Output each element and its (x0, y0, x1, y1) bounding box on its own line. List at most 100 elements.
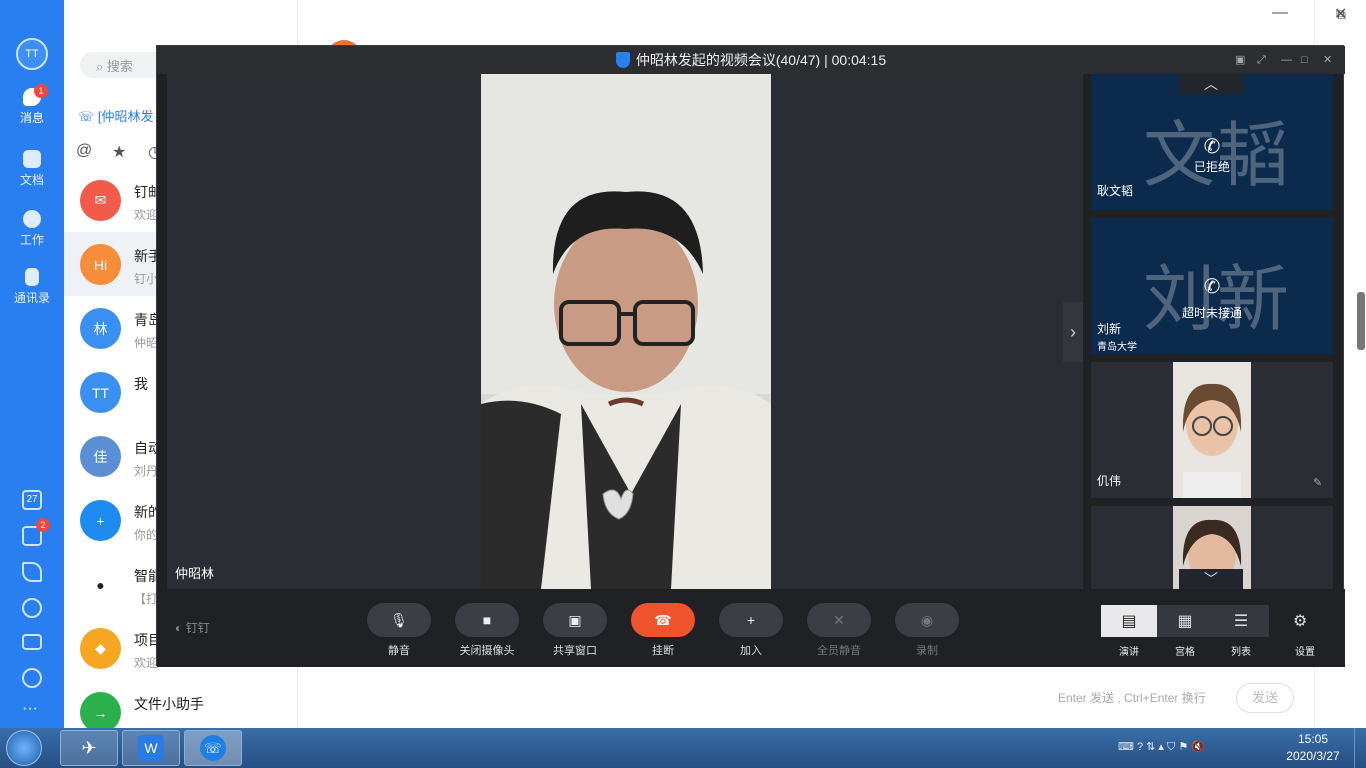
conversation-preview: 刘丹 (134, 464, 158, 478)
control-label: 加入 (740, 645, 762, 657)
participant-name: 仉伟 (1097, 474, 1122, 488)
conversation-preview: 仲昭 (134, 336, 158, 350)
nav-label: 工作 (19, 233, 44, 247)
share-screen-icon: ▣ (568, 611, 582, 628)
close-icon[interactable]: ✕ (1334, 4, 1347, 24)
mail-icon[interactable] (22, 634, 42, 650)
mute-all-icon: ✕ (833, 611, 845, 628)
tray-icons[interactable]: ⌨ ? ⇅ ▴ ⛉ ⚑ 🔇 (1118, 740, 1205, 754)
network-icon[interactable] (22, 668, 42, 688)
participant-tile[interactable]: 仉伟 ✎ (1091, 362, 1333, 498)
dingtalk-logo: ◐ 钉钉 (175, 621, 210, 635)
main-video[interactable]: 仲昭林 (167, 74, 1083, 589)
scroll-indicator[interactable] (1357, 292, 1365, 350)
nav-docs[interactable]: 文档 (0, 150, 64, 198)
left-rail: TT 消息 1 文档 工作 通讯录 27 2 ··· (0, 0, 64, 728)
conversation-avatar: TT (80, 372, 121, 413)
ding-icon[interactable] (22, 562, 42, 582)
nav-messages[interactable]: 消息 1 (0, 84, 64, 136)
conversation-avatar: + (80, 500, 121, 541)
nav-contacts[interactable]: 通讯录 (0, 268, 64, 316)
camera-icon: ■ (482, 612, 492, 628)
view-mode-button[interactable]: ▤ (1101, 605, 1157, 637)
star-icon[interactable]: ★ (112, 142, 126, 162)
user-avatar[interactable]: TT (16, 38, 48, 70)
record-icon: ◉ (920, 611, 934, 628)
phone-icon: ☏ (78, 109, 98, 124)
mic-button[interactable]: 🎙 (367, 603, 431, 637)
clock-date[interactable]: 2020/3/27 (1280, 749, 1346, 763)
mute-all-button[interactable]: ✕ (807, 603, 871, 637)
folder-icon (23, 150, 41, 168)
participant-tile[interactable]: ﹀ (1091, 506, 1333, 589)
speaker-view-icon: ▤ (1121, 613, 1137, 630)
phone-icon[interactable] (22, 598, 42, 618)
taskbar-app-dingtalk[interactable]: ✈ (60, 730, 118, 766)
record-button[interactable]: ◉ (895, 603, 959, 637)
start-button[interactable] (6, 730, 42, 766)
camera-button[interactable]: ■ (455, 603, 519, 637)
minimize-icon[interactable]: — (1281, 46, 1292, 74)
dingtalk-icon: ◐ (175, 621, 186, 635)
show-desktop-button[interactable] (1354, 728, 1366, 768)
hangup-icon: ☎ (654, 611, 672, 628)
conversation-avatar: ✉ (80, 180, 121, 221)
control-label: 全员静音 (817, 645, 861, 657)
add-person-icon: + (746, 612, 756, 628)
add-person-button[interactable]: + (719, 603, 783, 637)
view-mode-label: 列表 (1231, 647, 1251, 658)
participant-tile[interactable]: 刘新 ✆ 超时未接通 刘新 青岛大学 (1091, 218, 1333, 354)
nav-label: 消息 (19, 111, 44, 125)
pip-icon[interactable]: ▣ (1235, 46, 1245, 74)
shield-lock-icon (615, 52, 630, 68)
control-label: 录制 (916, 645, 938, 657)
phone-icon: ✆ (1203, 136, 1221, 158)
conversation-avatar: → (80, 692, 121, 733)
hangup-button[interactable]: ☎ (631, 603, 695, 637)
meeting-banner[interactable]: ☏ [仲昭林发 (78, 106, 154, 125)
minimize-icon[interactable]: — (1272, 4, 1288, 22)
phone-icon: ✆ (1203, 276, 1221, 298)
mention-icon[interactable]: @ (76, 142, 92, 160)
taskbar-app-meeting[interactable]: ☏ (184, 730, 242, 766)
participant-panel: 文韬 ✆ 已拒绝 耿文韬 ︿ 刘新 ✆ 超时未接通 刘新 青岛大学 仉伟 ✎ ﹀ (1091, 74, 1335, 589)
conversation-avatar: ● (80, 564, 121, 605)
nav-label: 通讯录 (13, 291, 50, 305)
chevron-right-icon[interactable]: › (1063, 302, 1083, 362)
call-status: 已拒绝 (1193, 160, 1230, 174)
gear-icon[interactable]: ⚙ (1293, 611, 1307, 631)
taskbar-app-wps[interactable]: W (122, 730, 180, 766)
calendar-icon[interactable]: 27 (22, 490, 42, 510)
speaker-video-frame (481, 74, 771, 589)
nav-work[interactable]: 工作 (0, 210, 64, 258)
more-icon[interactable]: ··· (22, 700, 38, 718)
view-mode-label: 演讲 (1119, 647, 1139, 658)
share-screen-button[interactable]: ▣ (543, 603, 607, 637)
fullscreen-icon[interactable]: ⤢ (1257, 46, 1266, 74)
control-label: 挂断 (652, 645, 674, 657)
unread-badge: 1 (34, 84, 48, 98)
send-button[interactable]: 发送 (1236, 683, 1294, 713)
chevron-down-icon[interactable]: ﹀ (1179, 569, 1243, 589)
grid-view-icon: ▦ (1177, 613, 1193, 630)
mic-icon: 🎙 (390, 611, 408, 628)
video-call-icon: ☏ (200, 735, 226, 761)
chevron-up-icon[interactable]: ︿ (1179, 74, 1243, 94)
view-mode-button[interactable]: ☰ (1213, 605, 1269, 637)
close-icon[interactable]: ✕ (1323, 46, 1332, 74)
conversation-preview: 欢迎 (134, 208, 158, 222)
maximize-icon[interactable]: □ (1301, 46, 1308, 74)
shield-icon: ⛉ (1167, 741, 1176, 753)
contacts-icon (25, 268, 39, 286)
participant-tile[interactable]: 文韬 ✆ 已拒绝 耿文韬 ︿ (1091, 74, 1333, 210)
participant-video (1173, 362, 1251, 498)
mic-muted-icon: ✎ (1313, 477, 1323, 489)
todo-icon[interactable]: 2 (22, 518, 50, 546)
clock-time[interactable]: 15:05 (1282, 732, 1344, 746)
conversation-preview: 钉小 (134, 272, 158, 286)
input-hint: Enter 发送 , Ctrl+Enter 换行 (1058, 691, 1206, 705)
taskbar: ✈ W ☏ ⌨ ? ⇅ ▴ ⛉ ⚑ 🔇 15:05 2020/3/27 (0, 728, 1366, 768)
flag-icon: ⚑ (1178, 741, 1189, 753)
conversation-avatar: 林 (80, 308, 121, 349)
view-mode-button[interactable]: ▦ (1157, 605, 1213, 637)
